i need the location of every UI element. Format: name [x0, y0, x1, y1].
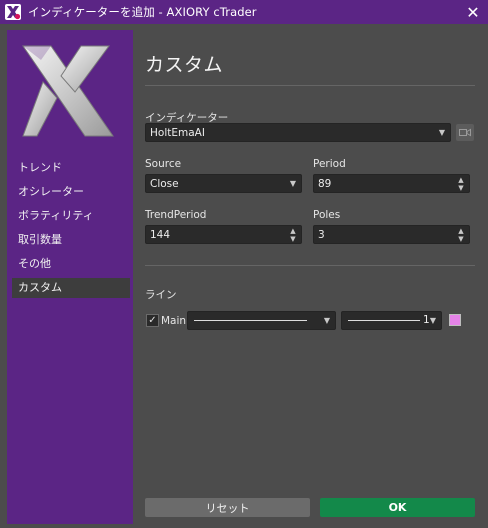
source-select[interactable]: Close ▼ [145, 174, 302, 193]
ok-button[interactable]: OK [320, 498, 475, 517]
poles-label: Poles [313, 209, 341, 221]
title-bar: インディケーターを追加 - AXIORY cTrader ✕ [0, 0, 488, 24]
ctrader-app-icon [5, 4, 21, 20]
source-value: Close [150, 177, 179, 190]
sidebar-item-trend[interactable]: トレンド [12, 158, 130, 178]
divider [145, 85, 475, 86]
indicator-value: HoltEmaAI [150, 126, 205, 139]
lines-label: ライン [145, 289, 177, 301]
custom-indicator-panel: カスタム インディケーター HoltEmaAI ▼ Source Close ▼… [145, 30, 475, 524]
line-style-select[interactable]: ▼ [187, 311, 336, 330]
window-title: インディケーターを追加 - AXIORY cTrader [28, 5, 257, 19]
camera-button[interactable] [456, 124, 474, 141]
spinner-arrows-icon[interactable]: ▲ ▼ [289, 227, 297, 243]
period-label: Period [313, 158, 346, 170]
indicator-select[interactable]: HoltEmaAI ▼ [145, 123, 451, 142]
poles-value: 3 [318, 228, 325, 241]
source-label: Source [145, 158, 182, 170]
main-line-checkbox[interactable]: ✓ [146, 314, 159, 327]
sidebar-item-other[interactable]: その他 [12, 254, 130, 274]
divider [145, 265, 475, 266]
spinner-arrows-icon[interactable]: ▲ ▼ [457, 176, 465, 192]
add-indicator-dialog: インディケーターを追加 - AXIORY cTrader ✕ トレンド オシレー… [0, 0, 488, 528]
chevron-down-icon: ▼ [289, 179, 296, 188]
chevron-down-icon: ▼ [429, 316, 436, 325]
x-logo-icon [22, 45, 114, 137]
poles-stepper[interactable]: 3 ▲ ▼ [313, 225, 470, 244]
period-stepper[interactable]: 89 ▲ ▼ [313, 174, 470, 193]
main-line-name: Main [161, 315, 187, 327]
sidebar-item-custom[interactable]: カスタム [12, 278, 130, 298]
category-sidebar: トレンド オシレーター ボラティリティ 取引数量 その他 カスタム [7, 30, 133, 524]
period-value: 89 [318, 177, 332, 190]
spinner-arrows-icon[interactable]: ▲ ▼ [457, 227, 465, 243]
sidebar-item-oscillator[interactable]: オシレーター [12, 182, 130, 202]
trend-period-label: TrendPeriod [145, 209, 207, 221]
chevron-down-icon: ▼ [438, 128, 445, 137]
close-icon: ✕ [466, 2, 480, 22]
line-thickness-select[interactable]: 1 ▼ [341, 311, 442, 330]
close-button[interactable]: ✕ [458, 0, 488, 24]
chevron-down-icon: ▼ [323, 316, 330, 325]
sidebar-item-volatility[interactable]: ボラティリティ [12, 206, 130, 226]
solid-line-sample [194, 320, 307, 321]
trend-period-value: 144 [150, 228, 171, 241]
thickness-value: 1 [423, 314, 430, 326]
line-color-swatch[interactable] [449, 314, 461, 326]
trend-period-stepper[interactable]: 144 ▲ ▼ [145, 225, 302, 244]
thickness-line-sample [348, 320, 420, 321]
checkmark-icon: ✓ [148, 315, 157, 326]
reset-button[interactable]: リセット [145, 498, 310, 517]
sidebar-item-volume[interactable]: 取引数量 [12, 230, 130, 250]
page-title: カスタム [145, 54, 224, 76]
category-list: トレンド オシレーター ボラティリティ 取引数量 その他 カスタム [12, 158, 130, 302]
camera-icon [459, 128, 471, 137]
